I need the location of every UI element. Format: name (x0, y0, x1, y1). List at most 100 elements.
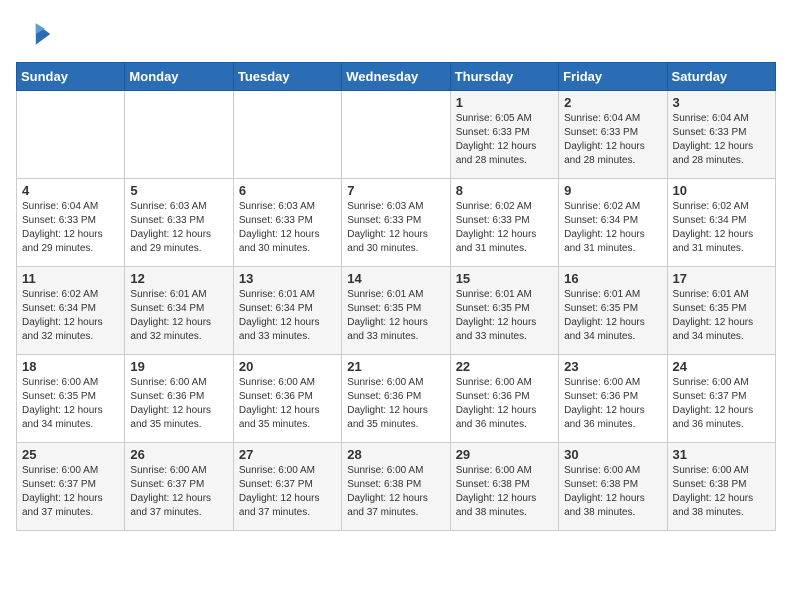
day-info: Sunrise: 6:01 AM Sunset: 6:35 PM Dayligh… (673, 288, 770, 344)
calendar-cell: 12 Sunrise: 6:01 AM Sunset: 6:34 PM Dayli… (125, 267, 233, 355)
day-number: 8 (456, 183, 553, 198)
day-number: 17 (673, 271, 770, 286)
day-number: 28 (347, 447, 444, 462)
day-info: Sunrise: 6:02 AM Sunset: 6:33 PM Dayligh… (456, 200, 553, 256)
calendar-cell (233, 91, 341, 179)
calendar-cell: 16Sunrise: 6:01 AM Sunset: 6:35 PM Dayli… (559, 267, 667, 355)
calendar-cell: 15 Sunrise: 6:01 AM Sunset: 6:35 PM Dayli… (450, 267, 558, 355)
calendar-cell: 26 Sunrise: 6:00 AM Sunset: 6:37 PM Dayli… (125, 443, 233, 531)
day-info: Sunrise: 6:03 AM Sunset: 6:33 PM Dayligh… (239, 200, 336, 256)
weekday-header-friday: Friday (559, 63, 667, 91)
day-number: 13 (239, 271, 336, 286)
day-info: Sunrise: 6:02 AM Sunset: 6:34 PM Dayligh… (564, 200, 661, 256)
day-number: 3 (673, 95, 770, 110)
weekday-header-sunday: Sunday (17, 63, 125, 91)
day-number: 27 (239, 447, 336, 462)
day-info: Sunrise: 6:00 AM Sunset: 6:36 PM Dayligh… (130, 376, 227, 432)
day-info: Sunrise: 6:00 AM Sunset: 6:37 PM Dayligh… (130, 464, 227, 520)
calendar-cell (125, 91, 233, 179)
day-number: 29 (456, 447, 553, 462)
day-number: 30 (564, 447, 661, 462)
day-info: Sunrise: 6:00 AM Sunset: 6:37 PM Dayligh… (673, 376, 770, 432)
day-number: 26 (130, 447, 227, 462)
calendar-cell: 3 Sunrise: 6:04 AM Sunset: 6:33 PM Daylig… (667, 91, 775, 179)
day-info: Sunrise: 6:01 AM Sunset: 6:35 PM Dayligh… (347, 288, 444, 344)
weekday-header-saturday: Saturday (667, 63, 775, 91)
day-number: 19 (130, 359, 227, 374)
day-number: 12 (130, 271, 227, 286)
day-number: 31 (673, 447, 770, 462)
calendar-cell: 25 Sunrise: 6:00 AM Sunset: 6:37 PM Dayli… (17, 443, 125, 531)
day-info: Sunrise: 6:04 AM Sunset: 6:33 PM Dayligh… (673, 112, 770, 168)
day-info: Sunrise: 6:03 AM Sunset: 6:33 PM Dayligh… (347, 200, 444, 256)
calendar-cell: 20 Sunrise: 6:00 AM Sunset: 6:36 PM Dayli… (233, 355, 341, 443)
day-number: 25 (22, 447, 119, 462)
calendar-cell: 14 Sunrise: 6:01 AM Sunset: 6:35 PM Dayli… (342, 267, 450, 355)
calendar-cell: 21Sunrise: 6:00 AM Sunset: 6:36 PM Dayli… (342, 355, 450, 443)
calendar-cell: 22Sunrise: 6:00 AM Sunset: 6:36 PM Dayli… (450, 355, 558, 443)
week-row-4: 25 Sunrise: 6:00 AM Sunset: 6:37 PM Dayli… (17, 443, 776, 531)
day-info: Sunrise: 6:00 AM Sunset: 6:36 PM Dayligh… (564, 376, 661, 432)
day-info: Sunrise: 6:01 AM Sunset: 6:34 PM Dayligh… (239, 288, 336, 344)
day-info: Sunrise: 6:04 AM Sunset: 6:33 PM Dayligh… (22, 200, 119, 256)
day-number: 11 (22, 271, 119, 286)
weekday-header-thursday: Thursday (450, 63, 558, 91)
day-info: Sunrise: 6:00 AM Sunset: 6:37 PM Dayligh… (22, 464, 119, 520)
calendar-cell: 10Sunrise: 6:02 AM Sunset: 6:34 PM Dayli… (667, 179, 775, 267)
day-number: 24 (673, 359, 770, 374)
day-info: Sunrise: 6:02 AM Sunset: 6:34 PM Dayligh… (673, 200, 770, 256)
calendar-cell: 28Sunrise: 6:00 AM Sunset: 6:38 PM Dayli… (342, 443, 450, 531)
day-info: Sunrise: 6:00 AM Sunset: 6:37 PM Dayligh… (239, 464, 336, 520)
day-info: Sunrise: 6:00 AM Sunset: 6:38 PM Dayligh… (456, 464, 553, 520)
day-number: 4 (22, 183, 119, 198)
header (16, 16, 776, 52)
day-number: 5 (130, 183, 227, 198)
calendar-cell: 11Sunrise: 6:02 AM Sunset: 6:34 PM Dayli… (17, 267, 125, 355)
day-number: 18 (22, 359, 119, 374)
day-info: Sunrise: 6:03 AM Sunset: 6:33 PM Dayligh… (130, 200, 227, 256)
calendar-cell: 18 Sunrise: 6:00 AM Sunset: 6:35 PM Dayli… (17, 355, 125, 443)
day-info: Sunrise: 6:00 AM Sunset: 6:36 PM Dayligh… (239, 376, 336, 432)
calendar-cell: 5 Sunrise: 6:03 AM Sunset: 6:33 PM Daylig… (125, 179, 233, 267)
calendar-cell: 19 Sunrise: 6:00 AM Sunset: 6:36 PM Dayli… (125, 355, 233, 443)
calendar-cell: 24 Sunrise: 6:00 AM Sunset: 6:37 PM Dayli… (667, 355, 775, 443)
day-number: 14 (347, 271, 444, 286)
calendar-cell: 17 Sunrise: 6:01 AM Sunset: 6:35 PM Dayli… (667, 267, 775, 355)
week-row-3: 18 Sunrise: 6:00 AM Sunset: 6:35 PM Dayli… (17, 355, 776, 443)
week-row-2: 11Sunrise: 6:02 AM Sunset: 6:34 PM Dayli… (17, 267, 776, 355)
week-row-1: 4 Sunrise: 6:04 AM Sunset: 6:33 PM Daylig… (17, 179, 776, 267)
calendar-cell: 6Sunrise: 6:03 AM Sunset: 6:33 PM Daylig… (233, 179, 341, 267)
week-row-0: 1Sunrise: 6:05 AM Sunset: 6:33 PM Daylig… (17, 91, 776, 179)
calendar-cell: 2Sunrise: 6:04 AM Sunset: 6:33 PM Daylig… (559, 91, 667, 179)
calendar-table: SundayMondayTuesdayWednesdayThursdayFrid… (16, 62, 776, 531)
calendar-cell: 9 Sunrise: 6:02 AM Sunset: 6:34 PM Daylig… (559, 179, 667, 267)
logo-icon (16, 16, 52, 52)
calendar-cell: 1Sunrise: 6:05 AM Sunset: 6:33 PM Daylig… (450, 91, 558, 179)
day-number: 15 (456, 271, 553, 286)
calendar-cell: 31 Sunrise: 6:00 AM Sunset: 6:38 PM Dayli… (667, 443, 775, 531)
day-number: 2 (564, 95, 661, 110)
day-number: 16 (564, 271, 661, 286)
day-info: Sunrise: 6:00 AM Sunset: 6:38 PM Dayligh… (564, 464, 661, 520)
calendar-cell (17, 91, 125, 179)
calendar-cell: 29 Sunrise: 6:00 AM Sunset: 6:38 PM Dayli… (450, 443, 558, 531)
calendar-cell: 23 Sunrise: 6:00 AM Sunset: 6:36 PM Dayli… (559, 355, 667, 443)
day-number: 9 (564, 183, 661, 198)
day-number: 21 (347, 359, 444, 374)
day-info: Sunrise: 6:00 AM Sunset: 6:38 PM Dayligh… (673, 464, 770, 520)
day-number: 1 (456, 95, 553, 110)
calendar-cell: 7Sunrise: 6:03 AM Sunset: 6:33 PM Daylig… (342, 179, 450, 267)
day-number: 23 (564, 359, 661, 374)
day-number: 20 (239, 359, 336, 374)
day-info: Sunrise: 6:01 AM Sunset: 6:35 PM Dayligh… (456, 288, 553, 344)
day-info: Sunrise: 6:01 AM Sunset: 6:34 PM Dayligh… (130, 288, 227, 344)
calendar-cell: 30 Sunrise: 6:00 AM Sunset: 6:38 PM Dayli… (559, 443, 667, 531)
day-info: Sunrise: 6:00 AM Sunset: 6:36 PM Dayligh… (456, 376, 553, 432)
calendar-cell: 27 Sunrise: 6:00 AM Sunset: 6:37 PM Dayli… (233, 443, 341, 531)
logo (16, 16, 56, 52)
calendar-cell: 13 Sunrise: 6:01 AM Sunset: 6:34 PM Dayli… (233, 267, 341, 355)
weekday-header-monday: Monday (125, 63, 233, 91)
calendar-cell: 4 Sunrise: 6:04 AM Sunset: 6:33 PM Daylig… (17, 179, 125, 267)
day-info: Sunrise: 6:00 AM Sunset: 6:35 PM Dayligh… (22, 376, 119, 432)
calendar-cell: 8 Sunrise: 6:02 AM Sunset: 6:33 PM Daylig… (450, 179, 558, 267)
